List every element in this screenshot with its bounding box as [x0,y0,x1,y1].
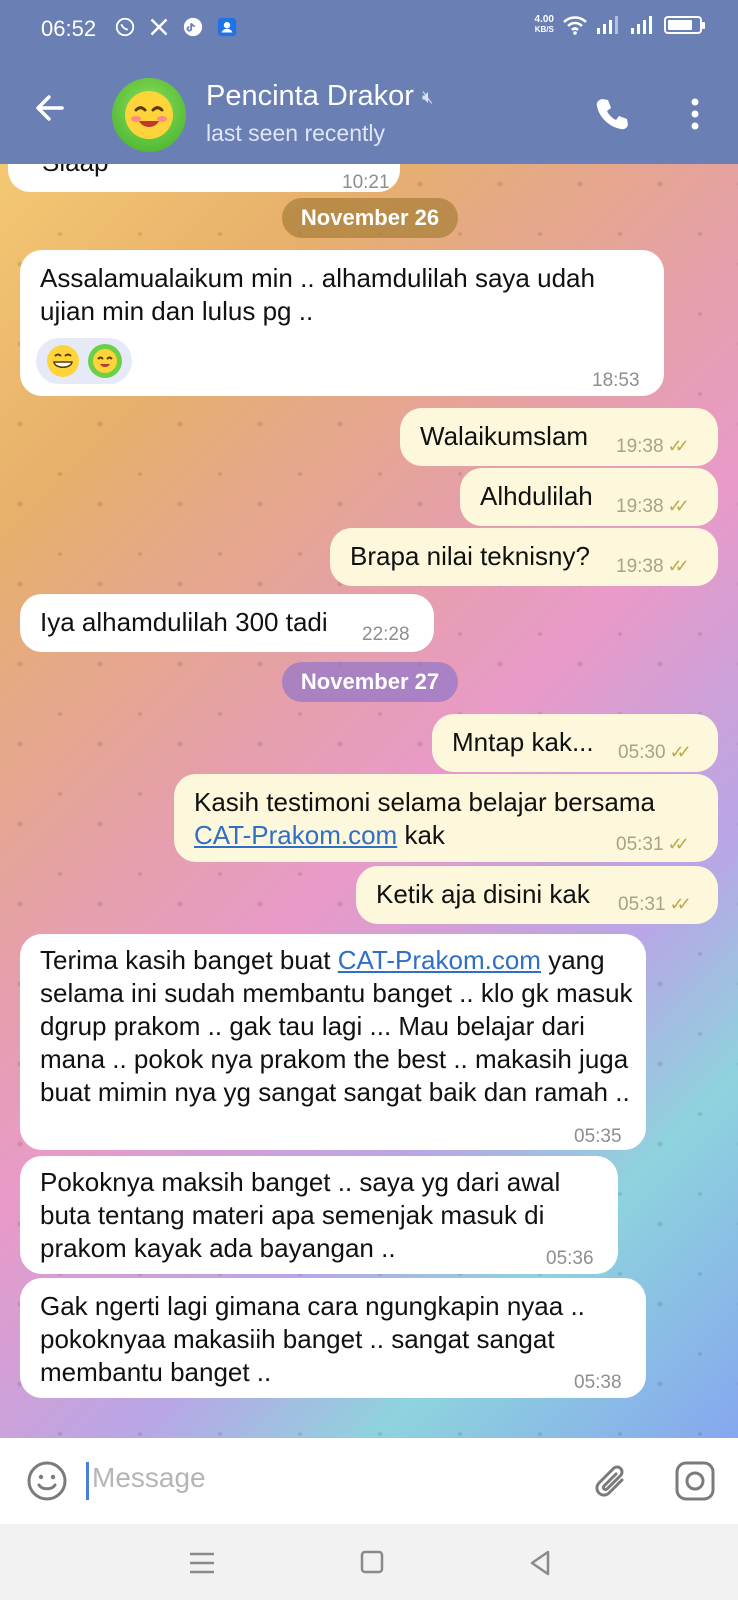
read-check-icon: ✓✓ [667,436,690,456]
message-incoming[interactable]: Assalamualaikum min .. alhamdulilah saya… [20,250,664,396]
message-outgoing[interactable]: Brapa nilai teknisny? 19:38 ✓✓ [330,528,718,586]
status-bar: 06:52 4.00 KB/S [0,0,738,58]
net-speed-unit: KB/S [534,25,554,34]
message-text-part: Terima kasih banget buat [40,945,331,975]
status-right: 4.00 KB/S [535,15,705,35]
message-text: Pokoknya maksih banget .. saya yg dari a… [40,1167,561,1263]
contacts-icon [214,14,240,40]
x-icon [146,14,172,40]
message-outgoing[interactable]: Kasih testimoni selama belajar bersama C… [174,774,718,862]
message-text: Alhdulilah [480,481,593,511]
message-time: 05:31 ✓✓ [618,888,692,921]
emoji-icon[interactable] [26,1460,68,1502]
signal-icon-2 [631,16,652,34]
grin-emoji-icon[interactable] [46,344,80,378]
message-outgoing[interactable]: Ketik aja disini kak 05:31 ✓✓ [356,866,718,924]
website-link[interactable]: CAT-Prakom.com [338,945,541,975]
avatar[interactable] [112,78,186,152]
message-incoming[interactable]: Pokoknya maksih banget .. saya yg dari a… [20,1156,618,1274]
phone-icon[interactable] [592,94,632,134]
message-text: Terima kasih banget buat CAT-Prakom.com … [40,944,636,1109]
attach-icon[interactable] [592,1460,632,1504]
camera-icon[interactable] [674,1460,716,1502]
back-arrow-icon[interactable] [30,88,70,128]
read-check-icon: ✓✓ [667,556,690,576]
message-input[interactable]: Message [92,1462,206,1494]
status-time: 06:52 [41,16,97,41]
message-text: Assalamualaikum min .. alhamdulilah saya… [40,263,595,326]
message-outgoing[interactable]: Mntap kak... 05:30 ✓✓ [432,714,718,772]
chat-header: Pencinta Drakor 🔇︎ last seen recently [0,58,738,164]
message-time: 05:38 [574,1372,622,1393]
date-label: November 26 [300,205,440,230]
message-text: Brapa nilai teknisny? [350,541,590,571]
net-speed: 4.00 KB/S [535,15,554,35]
message-time: 22:28 [362,624,410,645]
whatsapp-icon [112,14,138,40]
wifi-icon [563,16,587,35]
tiktok-icon [180,14,206,40]
message-input-bar: Message [0,1438,738,1524]
message-incoming[interactable]: Gak ngerti lagi gimana cara ngungkapin n… [20,1278,646,1398]
date-separator: November 26 [282,198,458,238]
message-text: Walaikumslam [420,421,589,451]
message-text: Siaap [42,164,109,179]
message-outgoing[interactable]: Alhdulilah 19:38 ✓✓ [460,468,718,526]
more-options-icon[interactable] [680,94,710,134]
mute-icon: 🔇︎ [421,86,434,107]
chat-subtitle: last seen recently [206,120,385,146]
message-time-value: 05:31 [618,894,666,915]
message-time-value: 05:31 [616,834,664,855]
home-nav-icon[interactable] [352,1546,392,1580]
blush-face-icon [125,91,173,139]
message-text: Iya alhamdulilah 300 tadi [40,607,328,637]
message-time: 05:36 [546,1248,594,1269]
read-check-icon: ✓✓ [669,742,692,762]
chat-title[interactable]: Pencinta Drakor 🔇︎ [206,80,433,113]
message-time-value: 19:38 [616,496,664,517]
date-separator: November 27 [282,662,458,702]
message-reactions[interactable] [36,338,132,384]
message-incoming[interactable]: Terima kasih banget buat CAT-Prakom.com … [20,934,646,1150]
chat-title-text: Pencinta Drakor [206,80,414,112]
message-time: 18:53 [592,370,640,391]
read-check-icon: ✓✓ [667,496,690,516]
net-speed-value: 4.00 [534,14,554,25]
chat-area[interactable]: Siaap 10:21 November 26 Assalamualaikum … [0,164,738,1438]
date-label: November 27 [300,669,440,694]
text-cursor [86,1462,89,1500]
message-time: 19:38 ✓✓ [616,550,690,583]
read-check-icon: ✓✓ [669,894,692,914]
read-check-icon: ✓✓ [667,834,690,854]
website-link[interactable]: CAT-Prakom.com [194,820,397,850]
message-time-value: 19:38 [616,436,664,457]
message-time: 19:38 ✓✓ [616,490,690,523]
message-time: 05:31 ✓✓ [616,828,690,861]
message-time-value: 05:30 [618,742,666,763]
menu-nav-icon[interactable] [182,1546,222,1580]
battery-fill [668,20,692,30]
message-time: 10:21 [342,172,390,193]
message-text-part: kak [404,820,445,850]
message-time: 05:35 [574,1126,622,1147]
message-time-value: 19:38 [616,556,664,577]
back-nav-icon[interactable] [520,1546,560,1580]
message-time: 19:38 ✓✓ [616,430,690,463]
message-text: Ketik aja disini kak [376,879,590,909]
status-app-icons [112,14,240,40]
signal-icon [597,16,618,34]
message-outgoing[interactable]: Walaikumslam 19:38 ✓✓ [400,408,718,466]
blush-emoji-icon[interactable] [88,344,122,378]
message-text: Gak ngerti lagi gimana cara ngungkapin n… [40,1291,585,1387]
message-incoming[interactable]: Iya alhamdulilah 300 tadi 22:28 [20,594,434,652]
message-partial[interactable]: Siaap 10:21 [8,164,400,193]
battery-icon [664,16,705,34]
message-text-part: Kasih testimoni selama belajar bersama [194,787,655,817]
system-nav-bar [0,1524,738,1600]
message-time: 05:30 ✓✓ [618,736,692,769]
message-text: Mntap kak... [452,727,594,757]
